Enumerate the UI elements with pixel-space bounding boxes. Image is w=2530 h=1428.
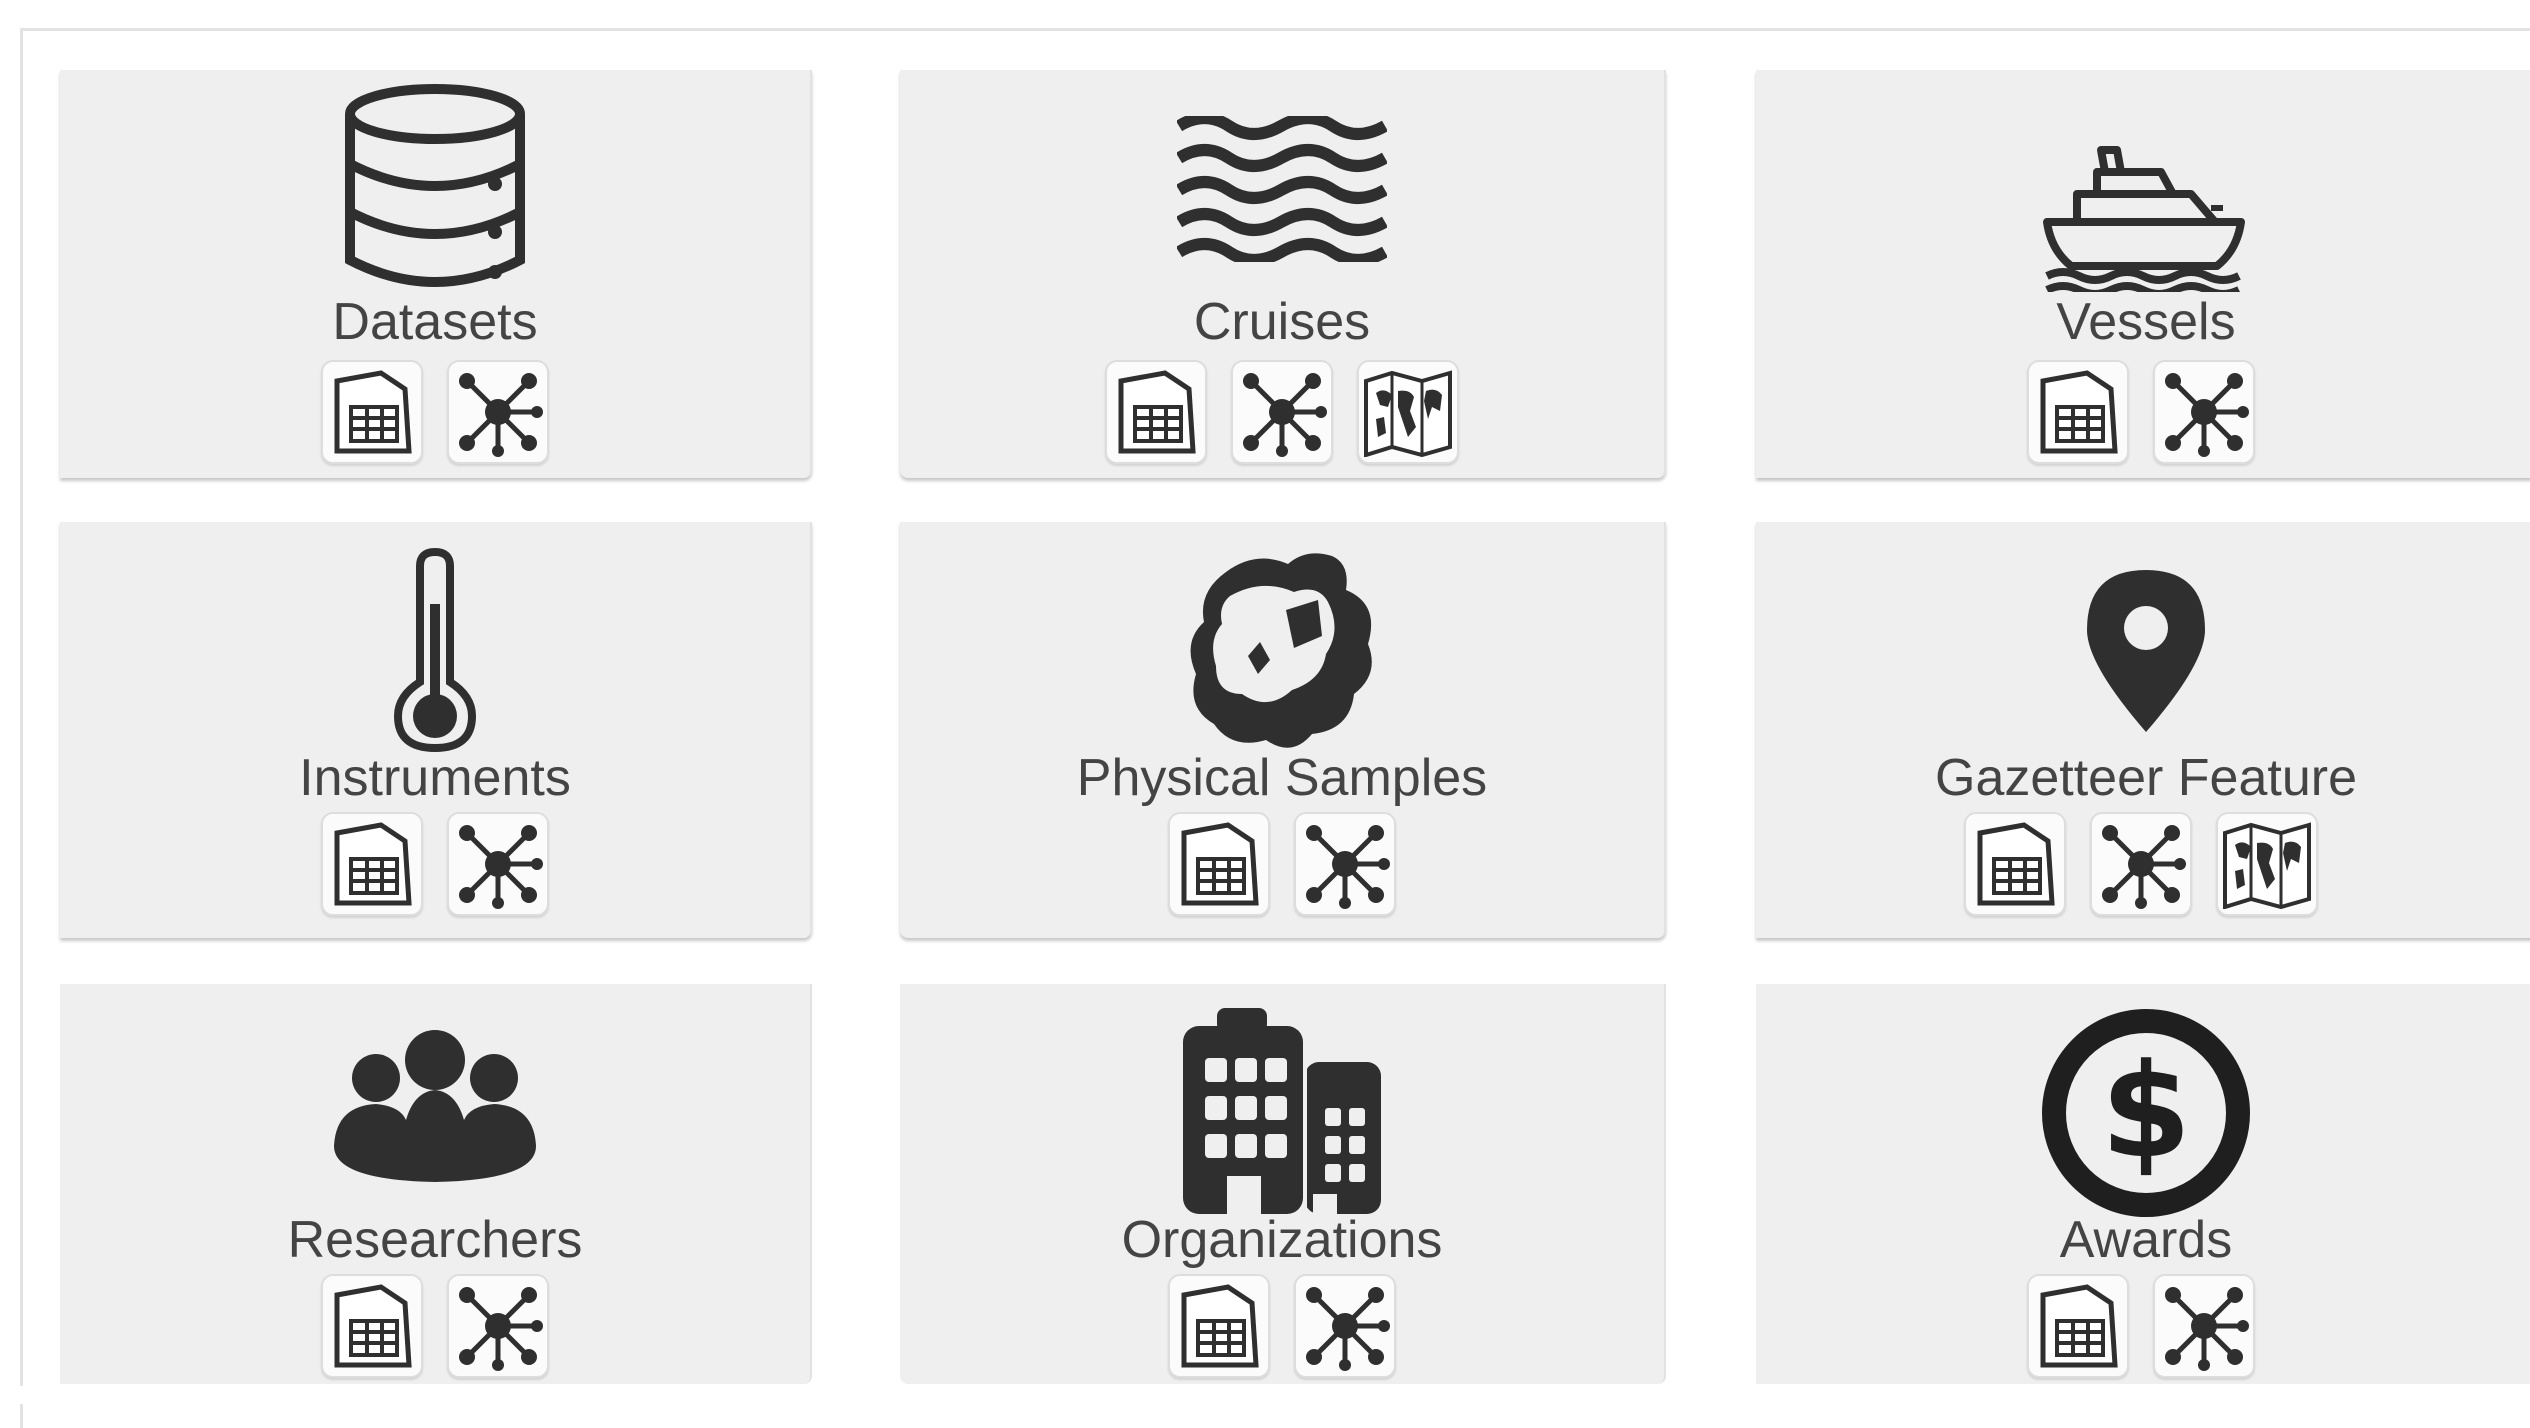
tile-vessels[interactable]: Vessels	[1756, 70, 2530, 478]
table-view-button[interactable]	[1168, 1274, 1270, 1378]
tile-label: Vessels	[2056, 293, 2236, 351]
tile-instruments[interactable]: Instruments	[60, 522, 812, 938]
network-graph-button[interactable]	[2090, 812, 2192, 916]
tile-physical-samples[interactable]: Physical Samples	[900, 522, 1666, 938]
network-graph-button[interactable]	[447, 1274, 549, 1378]
thermometer-icon	[60, 544, 810, 754]
tile-researchers[interactable]: Researchers	[60, 984, 812, 1384]
tile-label: Instruments	[299, 749, 571, 807]
network-graph-button[interactable]	[447, 812, 549, 916]
network-graph-icon	[459, 825, 543, 909]
table-icon	[1181, 1284, 1259, 1368]
world-map-icon	[2223, 822, 2311, 909]
network-graph-icon	[1306, 1287, 1390, 1371]
tile-label: Gazetteer Feature	[1935, 749, 2357, 807]
tile-label: Researchers	[287, 1211, 583, 1269]
svg-text:$: $	[2101, 1035, 2191, 1187]
tile-organizations[interactable]: Organizations	[900, 984, 1666, 1384]
network-graph-button[interactable]	[2153, 1274, 2255, 1378]
table-icon	[1977, 822, 2055, 906]
network-graph-icon	[1306, 825, 1390, 909]
tile-gazetteer-feature[interactable]: Gazetteer Feature	[1756, 522, 2530, 938]
bottom-edge	[0, 1386, 2530, 1404]
waves-icon	[900, 116, 1664, 262]
table-view-button[interactable]	[1168, 812, 1270, 916]
rock-sample-icon	[900, 544, 1664, 754]
table-view-button[interactable]	[2027, 1274, 2129, 1378]
tile-label: Datasets	[332, 293, 538, 351]
ship-icon	[1756, 142, 2530, 292]
map-pin-icon	[1756, 566, 2530, 736]
table-icon	[334, 822, 412, 906]
network-graph-button[interactable]	[1294, 812, 1396, 916]
table-view-button[interactable]	[2027, 360, 2129, 464]
table-view-button[interactable]	[321, 812, 423, 916]
network-graph-icon	[2165, 373, 2249, 457]
tile-label: Awards	[2059, 1211, 2233, 1269]
world-map-icon	[1364, 370, 1452, 457]
table-icon	[2040, 370, 2118, 454]
table-view-button[interactable]	[321, 360, 423, 464]
network-graph-button[interactable]	[1294, 1274, 1396, 1378]
network-graph-button[interactable]	[1231, 360, 1333, 464]
table-icon	[2040, 1284, 2118, 1368]
table-icon	[1181, 822, 1259, 906]
network-graph-button[interactable]	[447, 360, 549, 464]
tile-label: Physical Samples	[1076, 749, 1488, 807]
table-icon	[334, 370, 412, 454]
database-icon	[60, 82, 810, 292]
tile-label: Cruises	[1193, 293, 1371, 351]
tile-cruises[interactable]: Cruises	[900, 70, 1666, 478]
table-view-button[interactable]	[1105, 360, 1207, 464]
network-graph-icon	[2102, 825, 2186, 909]
table-view-button[interactable]	[321, 1274, 423, 1378]
people-group-icon	[60, 1028, 810, 1188]
network-graph-icon	[459, 373, 543, 457]
tile-awards[interactable]: $ Awards	[1756, 984, 2530, 1384]
table-view-button[interactable]	[1964, 812, 2066, 916]
map-view-button[interactable]	[2216, 812, 2318, 916]
table-icon	[1118, 370, 1196, 454]
table-icon	[334, 1284, 412, 1368]
dollar-circle-icon: $	[1756, 1008, 2530, 1218]
network-graph-icon	[1243, 373, 1327, 457]
map-view-button[interactable]	[1357, 360, 1459, 464]
network-graph-button[interactable]	[2153, 360, 2255, 464]
buildings-icon	[900, 1008, 1664, 1214]
tile-label: Organizations	[1121, 1211, 1443, 1269]
tile-datasets[interactable]: Datasets	[60, 70, 812, 478]
network-graph-icon	[459, 1287, 543, 1371]
network-graph-icon	[2165, 1287, 2249, 1371]
